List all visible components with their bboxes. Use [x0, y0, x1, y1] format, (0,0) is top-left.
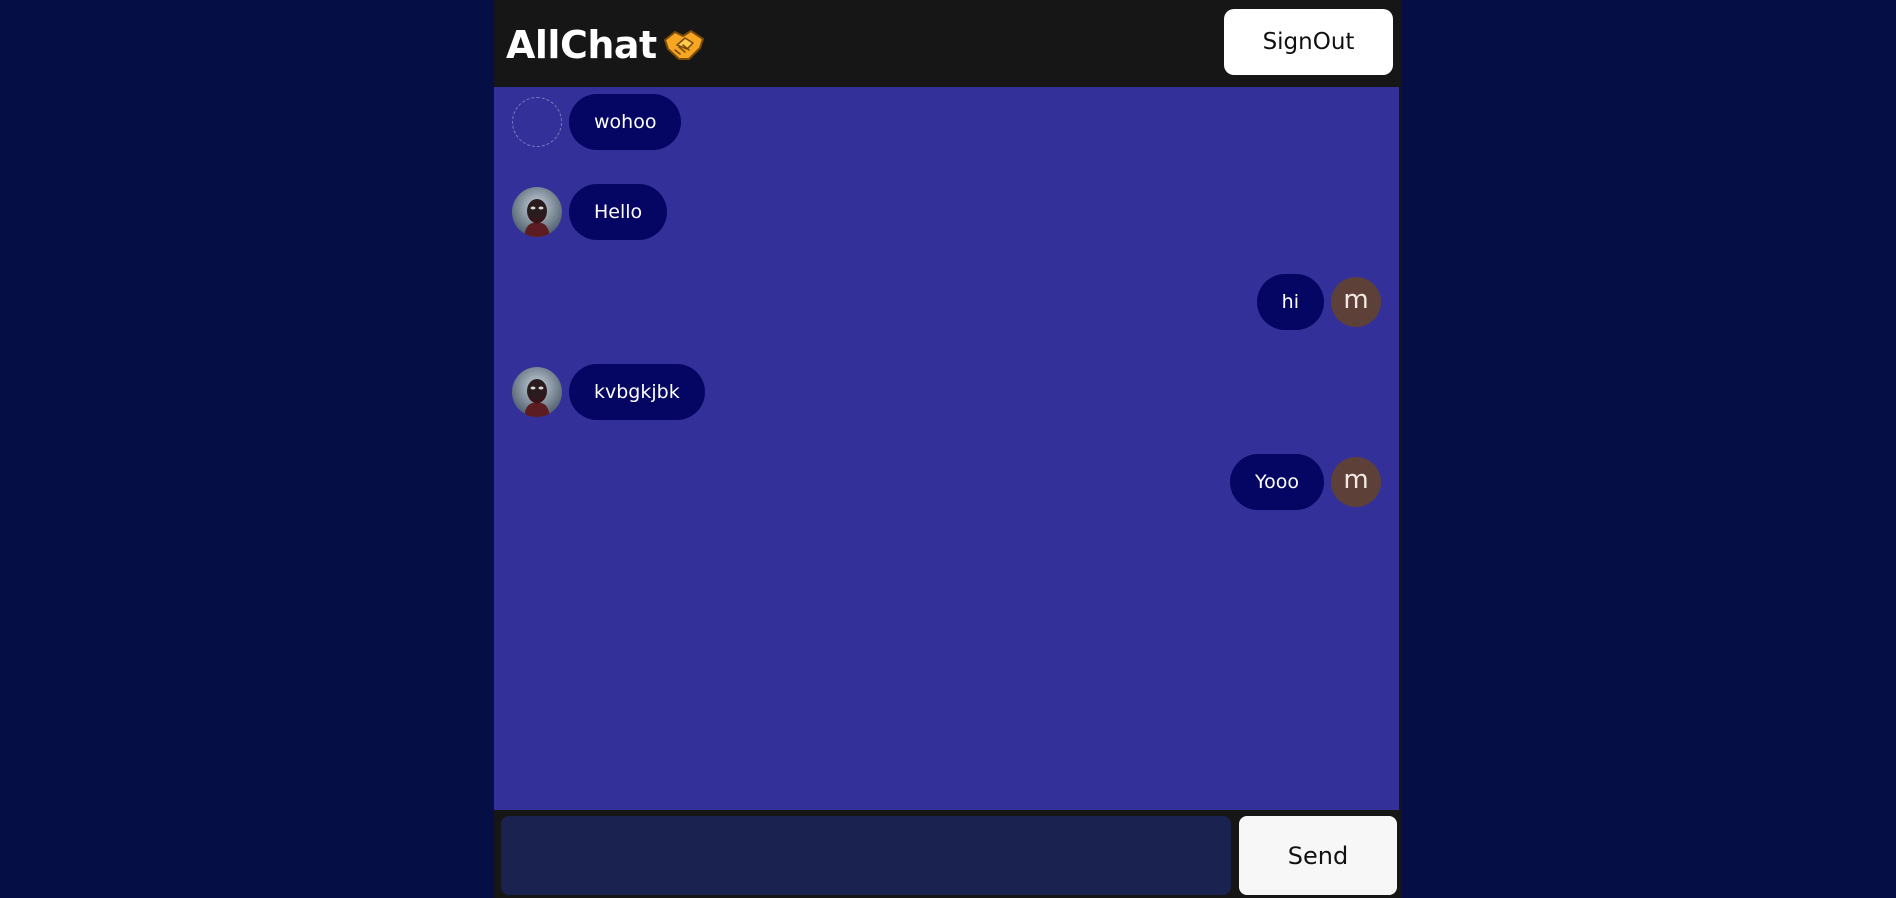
message-bubble: Hello [569, 184, 668, 240]
app-brand: AllChat [506, 20, 705, 70]
message-item: m Yooo [1230, 454, 1381, 510]
avatar [512, 187, 562, 237]
avatar [512, 97, 562, 147]
message-item: Hello [512, 184, 668, 240]
message-bubble: wohoo [569, 94, 682, 150]
message-input[interactable] [501, 816, 1231, 895]
message-bubble: hi [1256, 274, 1324, 330]
signout-button[interactable]: SignOut [1224, 9, 1393, 75]
chat-app: AllChat SignOut wohoo Hello m hi kvbgkjb… [494, 0, 1402, 898]
handshake-icon [663, 26, 705, 64]
message-bubble: kvbgkjbk [569, 364, 705, 420]
app-title: AllChat [506, 23, 657, 67]
message-item: kvbgkjbk [512, 364, 705, 420]
app-header: AllChat SignOut [494, 0, 1402, 87]
message-item: m hi [1256, 274, 1381, 330]
composer: Send [494, 810, 1402, 898]
message-item: wohoo [512, 94, 682, 150]
avatar: m [1331, 457, 1381, 507]
message-list[interactable]: wohoo Hello m hi kvbgkjbk m Yooo [494, 87, 1399, 810]
send-button[interactable]: Send [1239, 816, 1397, 895]
message-bubble: Yooo [1230, 454, 1324, 510]
avatar: m [1331, 277, 1381, 327]
avatar [512, 367, 562, 417]
